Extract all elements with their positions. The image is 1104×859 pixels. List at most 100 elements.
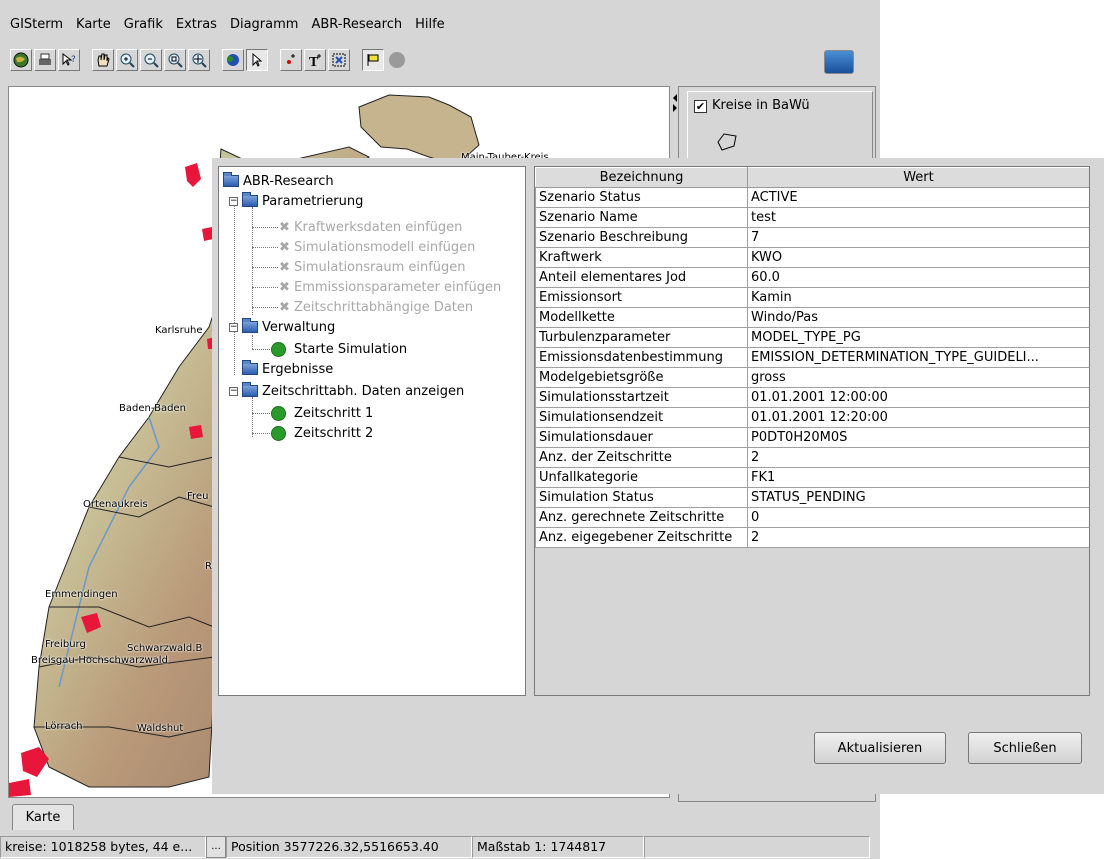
cell-wert[interactable]: 7 [747,227,1089,248]
layer-visibility-checkbox[interactable]: ✔ [694,100,707,113]
cell-wert[interactable]: 01.01.2001 12:20:00 [747,407,1089,428]
cell-wert[interactable]: 2 [747,527,1089,548]
refresh-button[interactable]: Aktualisieren [814,732,946,764]
table-row[interactable]: Szenario Status ACTIVE [535,187,1089,208]
table-row[interactable]: Anz. eigegebener Zeitschritte 2 [535,527,1089,548]
cell-wert[interactable]: ACTIVE [747,187,1089,208]
cell-wert[interactable]: Kamin [747,287,1089,308]
cell-wert[interactable]: P0DT0H20M0S [747,427,1089,448]
tree-node-simulationsraum[interactable]: ✖ Simulationsraum einfügen [279,257,466,277]
flag-icon[interactable] [362,49,384,71]
cell-bezeichnung[interactable]: Anteil elementares Jod [535,267,748,288]
tree-node-ergebnisse[interactable]: Ergebnisse [242,359,333,379]
cell-bezeichnung[interactable]: Simulationsstartzeit [535,387,748,408]
tree-node-zeitschritt-2[interactable]: Zeitschritt 2 [271,423,373,443]
tree-node-zeitschritt-1[interactable]: Zeitschritt 1 [271,403,373,423]
table-row[interactable]: Emissionsort Kamin [535,287,1089,308]
cell-bezeichnung[interactable]: Modelgebietsgröße [535,367,748,388]
zoom-full-icon[interactable] [188,49,210,71]
table-row[interactable]: Simulation Status STATUS_PENDING [535,487,1089,508]
cell-wert[interactable]: EMISSION_DETERMINATION_TYPE_GUIDELI... [747,347,1089,368]
printer-icon[interactable] [34,49,56,71]
tree-node-starte-simulation[interactable]: Starte Simulation [271,339,407,359]
table-row[interactable]: Szenario Beschreibung 7 [535,227,1089,248]
stop-icon[interactable] [386,49,408,71]
globe-icon[interactable] [10,49,32,71]
cell-wert[interactable]: 0 [747,507,1089,528]
table-row[interactable]: Modellkette Windo/Pas [535,307,1089,328]
menu-grafik[interactable]: Grafik [122,15,165,34]
select-area-icon[interactable] [328,49,350,71]
tree-node-parametrierung[interactable]: − Parametrierung [229,191,363,211]
collapse-toggle-icon[interactable]: − [229,196,238,206]
tree-node-emmissionsparameter[interactable]: ✖ Emmissionsparameter einfügen [279,277,501,297]
cell-bezeichnung[interactable]: Kraftwerk [535,247,748,268]
collapse-toggle-icon[interactable]: − [229,386,238,396]
menu-diagramm[interactable]: Diagramm [228,15,300,34]
cell-wert[interactable]: MODEL_TYPE_PG [747,327,1089,348]
table-row[interactable]: Kraftwerk KWO [535,247,1089,268]
close-button[interactable]: Schließen [968,732,1082,764]
column-header-bezeichnung[interactable]: Bezeichnung [535,167,748,188]
cell-bezeichnung[interactable]: Szenario Beschreibung [535,227,748,248]
menu-karte[interactable]: Karte [74,15,113,34]
table-row[interactable]: Turbulenzparameter MODEL_TYPE_PG [535,327,1089,348]
menu-gisterm[interactable]: GISterm [8,15,65,34]
cell-wert[interactable]: STATUS_PENDING [747,487,1089,508]
tree-node-root[interactable]: ABR-Research [223,171,334,191]
tree-node-zeitschrittabhaengige-daten[interactable]: ✖ Zeitschrittabhängige Daten [279,297,473,317]
tree-node-simulationsmodell[interactable]: ✖ Simulationsmodell einfügen [279,237,475,257]
cell-bezeichnung[interactable]: Anz. gerechnete Zeitschritte [535,507,748,528]
table-row[interactable]: Modelgebietsgröße gross [535,367,1089,388]
cell-bezeichnung[interactable]: Unfallkategorie [535,467,748,488]
table-row[interactable]: Anz. gerechnete Zeitschritte 0 [535,507,1089,528]
cell-bezeichnung[interactable]: Anz. eigegebener Zeitschritte [535,527,748,548]
cell-wert[interactable]: gross [747,367,1089,388]
cell-wert[interactable]: FK1 [747,467,1089,488]
zoom-area-icon[interactable] [164,49,186,71]
zoom-in-icon[interactable] [116,49,138,71]
cell-bezeichnung[interactable]: Anz. der Zeitschritte [535,447,748,468]
cell-wert[interactable]: Windo/Pas [747,307,1089,328]
table-row[interactable]: Unfallkategorie FK1 [535,467,1089,488]
cell-wert[interactable]: 60.0 [747,267,1089,288]
cell-bezeichnung[interactable]: Simulation Status [535,487,748,508]
cell-bezeichnung[interactable]: Szenario Name [535,207,748,228]
cell-wert[interactable]: 2 [747,447,1089,468]
tree-node-kraftwerksdaten[interactable]: ✖ Kraftwerksdaten einfügen [279,217,462,237]
cell-bezeichnung[interactable]: Emissionsdatenbestimmung [535,347,748,368]
table-row[interactable]: Simulationsendzeit 01.01.2001 12:20:00 [535,407,1089,428]
cell-bezeichnung[interactable]: Turbulenzparameter [535,327,748,348]
menu-extras[interactable]: Extras [174,15,219,34]
table-row[interactable]: Szenario Name test [535,207,1089,228]
cell-bezeichnung[interactable]: Simulationsendzeit [535,407,748,428]
table-row[interactable]: Simulationsdauer P0DT0H20M0S [535,427,1089,448]
zoom-out-icon[interactable] [140,49,162,71]
status-more-button[interactable]: ... [206,835,226,858]
tab-karte[interactable]: Karte [12,804,74,830]
cell-bezeichnung[interactable]: Emissionsort [535,287,748,308]
menu-hilfe[interactable]: Hilfe [413,15,447,34]
tree-node-verwaltung[interactable]: − Verwaltung [229,317,335,337]
table-row[interactable]: Anz. der Zeitschritte 2 [535,447,1089,468]
column-header-wert[interactable]: Wert [747,167,1089,188]
cell-wert[interactable]: KWO [747,247,1089,268]
cell-wert[interactable]: 01.01.2001 12:00:00 [747,387,1089,408]
database-globe-icon[interactable] [824,50,854,74]
cell-bezeichnung[interactable]: Modellkette [535,307,748,328]
table-row[interactable]: Emissionsdatenbestimmung EMISSION_DETERMI… [535,347,1089,368]
menu-abr-research[interactable]: ABR-Research [309,15,404,34]
info-icon[interactable] [222,49,244,71]
table-row[interactable]: Anteil elementares Jod 60.0 [535,267,1089,288]
point-icon[interactable] [280,49,302,71]
table-row[interactable]: Simulationsstartzeit 01.01.2001 12:00:00 [535,387,1089,408]
cell-bezeichnung[interactable]: Simulationsdauer [535,427,748,448]
select-pointer-icon[interactable] [246,49,268,71]
collapse-toggle-icon[interactable]: − [229,322,238,332]
tree-node-zeitschritt-anzeigen[interactable]: − Zeitschrittabh. Daten anzeigen [229,381,464,401]
help-pointer-icon[interactable]: ? [58,49,80,71]
text-icon[interactable]: T [304,49,326,71]
cell-wert[interactable]: test [747,207,1089,228]
hand-pan-icon[interactable] [92,49,114,71]
cell-bezeichnung[interactable]: Szenario Status [535,187,748,208]
